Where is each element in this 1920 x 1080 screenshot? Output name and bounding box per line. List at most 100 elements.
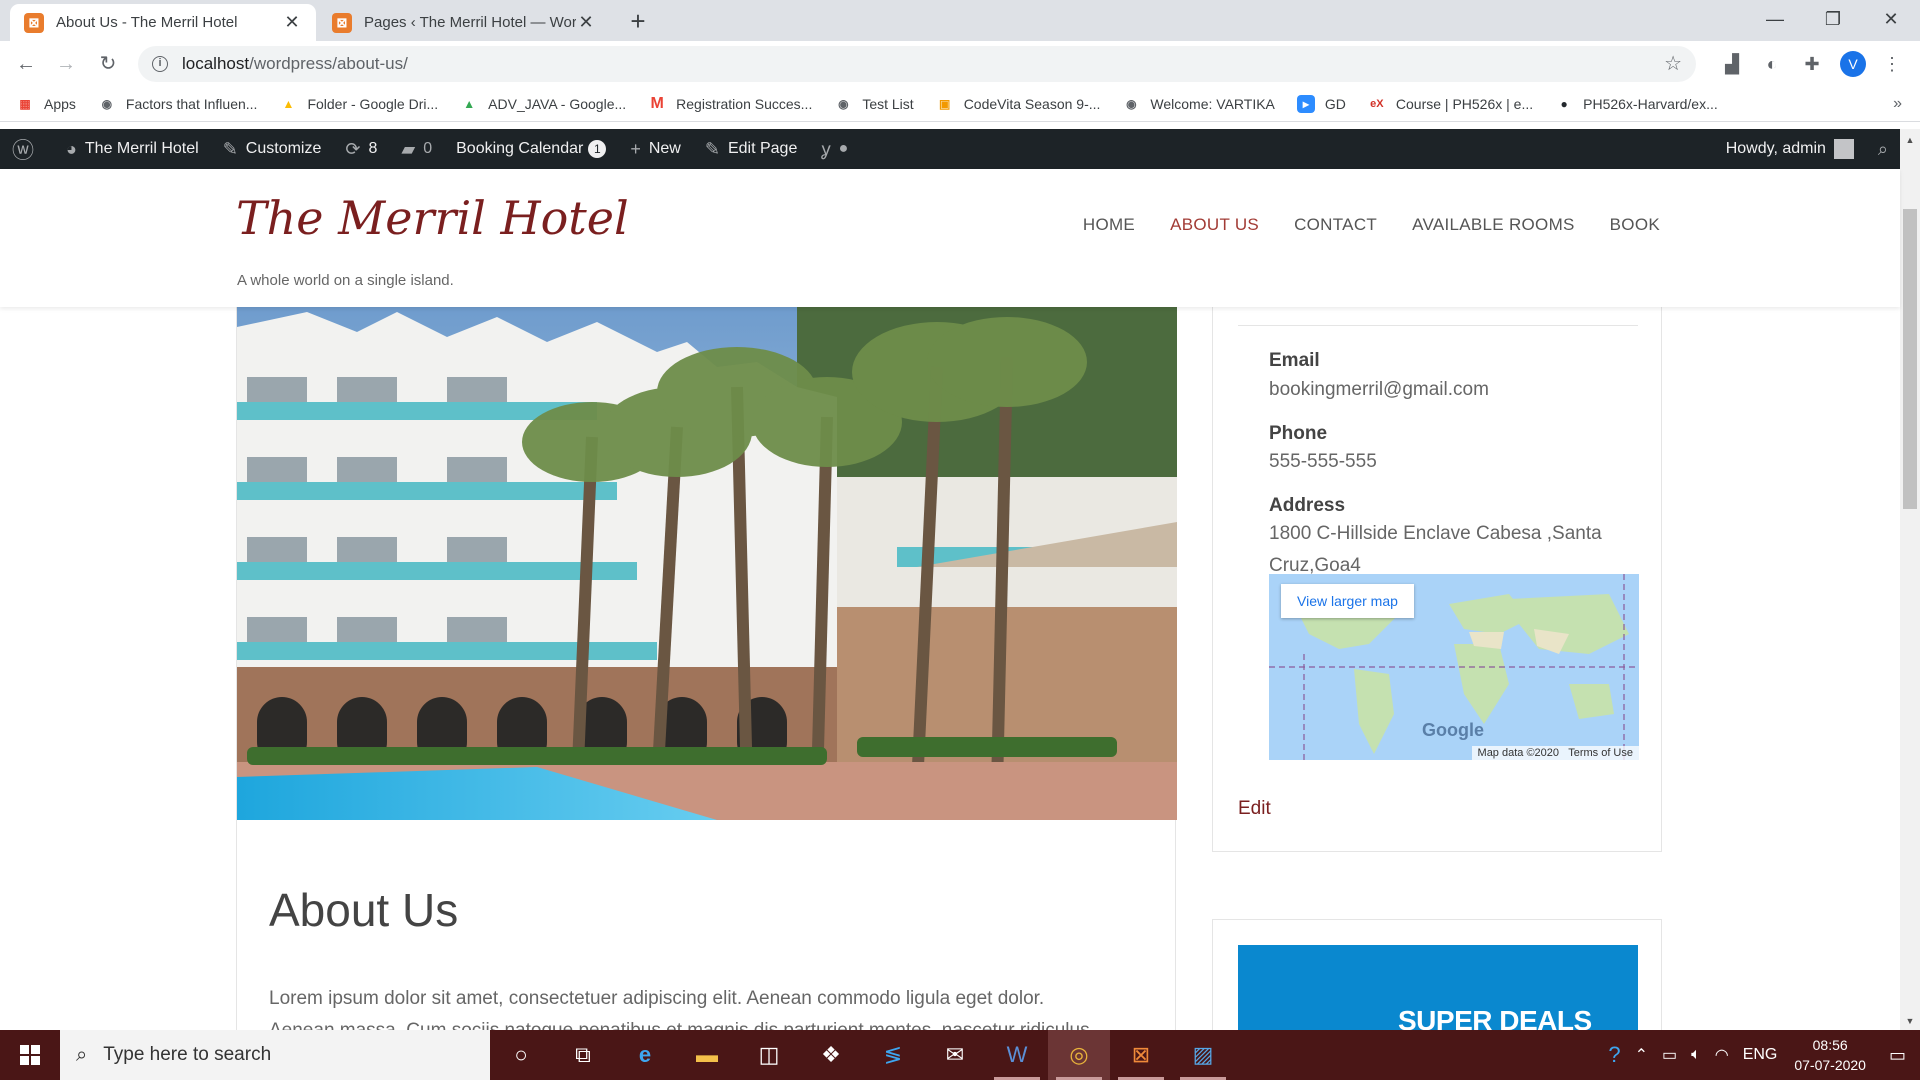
bookmark-item[interactable]: ◉ Factors that Influen... [98,95,258,113]
close-tab-icon[interactable]: ✕ [576,12,596,33]
forward-button[interactable]: → [52,50,80,78]
menu-kebab-icon[interactable]: ⋮ [1880,52,1904,76]
xampp-icon[interactable]: ⊠ [1110,1030,1172,1080]
cortana-icon[interactable]: ○ [490,1030,552,1080]
zoom-icon: ▸ [1296,95,1315,113]
nav-contact[interactable]: CONTACT [1294,215,1377,235]
more-bookmarks-icon[interactable]: » [1893,95,1902,113]
widget-divider [1238,325,1638,326]
main-navigation: HOME ABOUT US CONTACT AVAILABLE ROOMS BO… [1048,215,1660,235]
nav-book[interactable]: BOOK [1610,215,1660,235]
profile-avatar[interactable]: V [1840,51,1866,77]
bookmark-apps[interactable]: ▦ Apps [16,95,76,113]
bookmark-item[interactable]: ▲ ADV_JAVA - Google... [460,95,626,113]
start-button[interactable] [0,1030,60,1080]
url-text[interactable]: localhost/wordpress/about-us/ [182,54,408,74]
dropbox-icon[interactable]: ❖ [800,1030,862,1080]
admin-edit-page[interactable]: ✎ Edit Page [693,129,809,169]
minimize-button[interactable]: — [1752,0,1798,41]
back-button[interactable]: ← [12,50,40,78]
bookmark-item[interactable]: ◉ Test List [834,95,914,113]
yoast-icon: ỿ [821,139,831,159]
nav-about-us[interactable]: ABOUT US [1170,215,1259,235]
restore-button[interactable]: ❐ [1810,0,1856,41]
wifi-icon[interactable]: ◠ [1715,1045,1729,1065]
map-terms-link[interactable]: Terms of Use [1568,747,1633,759]
store-icon[interactable]: ◫ [738,1030,800,1080]
admin-customize[interactable]: ✎ Customize [211,129,334,169]
mail-icon[interactable]: ✉ [924,1030,986,1080]
bookmark-item[interactable]: ● PH526x-Harvard/ex... [1555,95,1718,113]
bookmark-item[interactable]: ◉ Welcome: VARTIKA [1122,95,1275,113]
close-tab-icon[interactable]: ✕ [282,12,302,33]
show-hidden-icons[interactable]: ⌃ [1635,1045,1648,1065]
github-icon: ● [1560,97,1568,111]
yoast-menu[interactable]: ỿ ● [809,129,860,169]
extension-chart-icon[interactable]: ▟ [1720,52,1744,76]
bookmark-item[interactable]: ▣ CodeVita Season 9-... [936,95,1100,113]
globe-icon: ◉ [101,97,113,111]
admin-new[interactable]: + New [618,129,693,169]
article: About Us Lorem ipsum dolor sit amet, con… [236,307,1177,1030]
page-scrollbar[interactable]: ▲ ▼ [1900,129,1920,1030]
close-window-button[interactable]: ✕ [1868,0,1914,41]
site-header: The Merril Hotel A whole world on a sing… [0,169,1900,307]
site-title[interactable]: The Merril Hotel [236,191,629,245]
page-content: About Us Lorem ipsum dolor sit amet, con… [0,307,1900,1030]
admin-search[interactable]: ⌕ [1866,129,1900,169]
task-view-icon[interactable]: ⧉ [552,1030,614,1080]
edx-icon: eX [1370,98,1384,110]
admin-booking-calendar[interactable]: Booking Calendar 1 [444,129,618,169]
vscode-icon[interactable]: ≶ [862,1030,924,1080]
map-attribution: Map data ©2020 Terms of Use [1471,746,1639,760]
view-larger-map-link[interactable]: View larger map [1281,584,1414,618]
notifications-icon[interactable]: ▭ [1889,1045,1906,1066]
google-logo: Google [1422,720,1484,740]
volume-icon[interactable]: 🔈︎ [1691,1046,1701,1064]
phone-value[interactable]: 555-555-555 [1269,446,1377,478]
promo-widget: SUPER DEALS [1212,919,1662,1030]
extension-circle-icon[interactable]: ◐ [1760,52,1784,76]
admin-site-name[interactable]: ◕ The Merril Hotel [54,129,211,169]
google-map[interactable]: View larger map Google Map data ©2020 Te… [1269,574,1639,760]
comment-icon: ▰ [401,138,416,159]
address-value: 1800 C-Hillside Enclave Cabesa ,Santa Cr… [1269,523,1602,576]
language-indicator[interactable]: ENG [1743,1046,1778,1064]
bookmark-item[interactable]: eX Course | PH526x | e... [1368,95,1533,113]
bookmark-star-icon[interactable]: ☆ [1664,51,1682,76]
clock[interactable]: 08:56 07-07-2020 [1794,1035,1866,1075]
bookmark-item[interactable]: M Registration Succes... [648,95,812,113]
info-icon[interactable]: i [152,56,168,72]
email-value[interactable]: bookingmerril@gmail.com [1269,374,1489,406]
wp-logo-menu[interactable]: ⓦ [0,129,54,169]
super-deals-banner[interactable]: SUPER DEALS [1238,945,1638,1030]
edge-icon[interactable]: e [614,1030,676,1080]
file-explorer-icon[interactable]: ▬ [676,1030,738,1080]
nav-available-rooms[interactable]: AVAILABLE ROOMS [1412,215,1575,235]
contact-info-widget: Email bookingmerril@gmail.com Phone 555-… [1212,307,1662,852]
word-icon[interactable]: W [986,1030,1048,1080]
admin-comments[interactable]: ▰ 0 [389,129,444,169]
help-icon[interactable]: ? [1608,1042,1620,1068]
scrollbar-thumb[interactable] [1903,209,1917,509]
tab-about-us[interactable]: ⊠ About Us - The Merril Hotel ✕ [10,4,316,41]
chrome-icon[interactable]: ◎ [1048,1030,1110,1080]
tab-pages[interactable]: ⊠ Pages ‹ The Merril Hotel — Word ✕ [318,4,610,41]
battery-icon[interactable]: ▭ [1662,1045,1677,1065]
nav-home[interactable]: HOME [1083,215,1135,235]
apps-grid-icon: ▦ [19,97,31,111]
new-tab-button[interactable]: + [624,8,652,36]
address-bar[interactable]: i localhost/wordpress/about-us/ ☆ [138,46,1696,82]
admin-updates[interactable]: ⟳ 8 [333,129,389,169]
reload-button[interactable]: ↻ [94,50,122,78]
admin-account-menu[interactable]: Howdy, admin [1714,129,1866,169]
scroll-down-icon[interactable]: ▼ [1900,1016,1920,1026]
taskbar-search[interactable]: ⌕ Type here to search [60,1030,490,1080]
bookmark-item[interactable]: ▲ Folder - Google Dri... [279,95,438,113]
extensions-puzzle-icon[interactable]: ✚ [1800,52,1824,76]
edit-link[interactable]: Edit [1238,798,1271,820]
bookmark-item[interactable]: ▸ GD [1296,95,1346,113]
scroll-up-icon[interactable]: ▲ [1900,135,1920,145]
photos-icon[interactable]: ▨ [1172,1030,1234,1080]
brush-icon: ✎ [222,138,238,159]
